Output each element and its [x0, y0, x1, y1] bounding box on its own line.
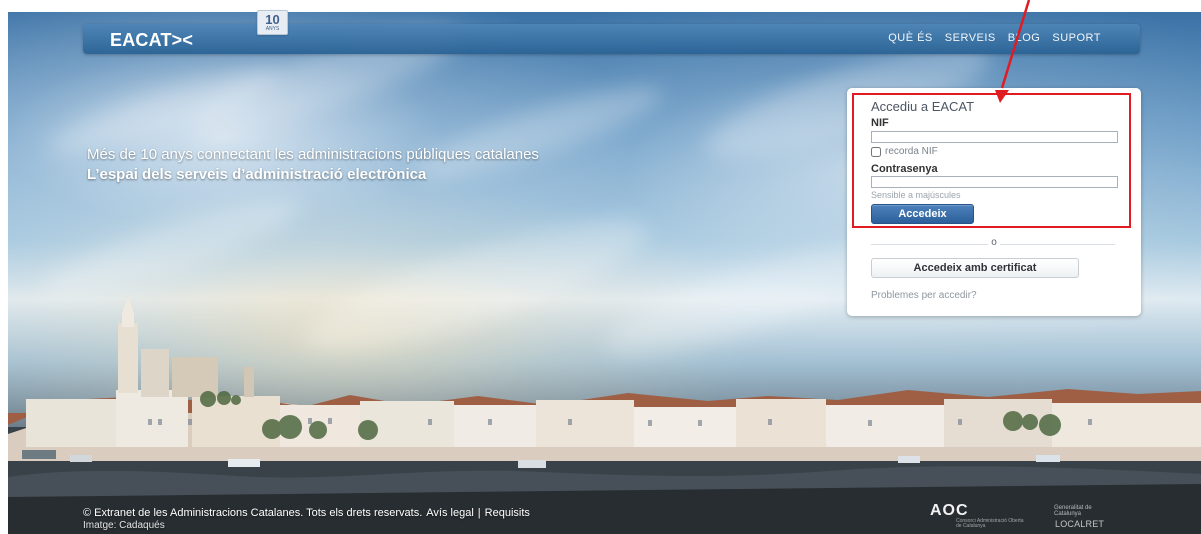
page: EACAT>< 10 ANYS QUÈ ÉS SERVEIS BLOG SUPO…	[0, 0, 1201, 534]
hero-tagline-secondary: L’espai dels serveis d’administració ele…	[87, 166, 427, 183]
hero-tagline-primary: Més de 10 anys connectant les administra…	[87, 146, 539, 163]
certificate-login-button[interactable]: Accedeix amb certificat	[871, 258, 1079, 278]
anniversary-badge: 10 ANYS	[257, 10, 288, 35]
image-credit-label: Imatge:	[83, 520, 117, 531]
eacat-logo[interactable]: EACAT><	[110, 30, 193, 51]
remember-nif-checkbox[interactable]	[871, 146, 881, 157]
login-button[interactable]: Accedeix	[871, 204, 974, 224]
footer: © Extranet de les Administracions Catala…	[83, 507, 530, 531]
legal-link[interactable]: Avís legal	[426, 507, 474, 519]
remember-nif-option[interactable]: recorda NIF	[871, 146, 938, 157]
generalitat-logo-text: Generalitat de Catalunya	[1054, 505, 1092, 517]
aoc-logo-subtitle: Consorci Administració Oberta de Catalun…	[956, 518, 1024, 529]
aoc-logo: AOC Consorci Administració Oberta de Cat…	[930, 502, 1028, 529]
anniversary-subtext: ANYS	[265, 26, 280, 32]
cadaques-town-illustration	[8, 297, 1201, 534]
login-divider-text: o	[988, 237, 1000, 248]
nif-label: NIF	[871, 117, 889, 129]
access-help-link[interactable]: Problemes per accedir?	[871, 290, 977, 301]
case-sensitive-hint: Sensible a majúscules	[871, 190, 961, 200]
localret-logo-text: LOCALRET	[1055, 519, 1105, 529]
anniversary-number: 10	[265, 12, 280, 27]
nif-input[interactable]	[871, 131, 1118, 143]
footer-separator: |	[477, 507, 481, 519]
password-label: Contrasenya	[871, 163, 938, 175]
nav-item-blog[interactable]: BLOG	[1008, 32, 1041, 44]
top-navigation-bar: EACAT>< 10 ANYS QUÈ ÉS SERVEIS BLOG SUPO…	[83, 10, 1140, 54]
footer-copyright: © Extranet de les Administracions Catala…	[83, 507, 423, 519]
remember-nif-label: recorda NIF	[885, 146, 938, 157]
generalitat-logo: Generalitat de Catalunya LOCALRET	[1054, 505, 1118, 529]
main-navigation: QUÈ ÉS SERVEIS BLOG SUPORT	[888, 32, 1101, 44]
footer-copyright-line: © Extranet de les Administracions Catala…	[83, 507, 530, 519]
image-credit-value: Cadaqués	[119, 520, 165, 531]
login-title: Accediu a EACAT	[871, 99, 975, 114]
login-panel: Accediu a EACAT NIF recorda NIF Contrase…	[847, 88, 1141, 316]
nav-item-suport[interactable]: SUPORT	[1052, 32, 1101, 44]
nav-item-serveis[interactable]: SERVEIS	[945, 32, 996, 44]
nav-item-que-es[interactable]: QUÈ ÉS	[888, 32, 933, 44]
password-input[interactable]	[871, 176, 1118, 188]
image-credit: Imatge: Cadaqués	[83, 520, 530, 531]
requirements-link[interactable]: Requisits	[485, 507, 530, 519]
